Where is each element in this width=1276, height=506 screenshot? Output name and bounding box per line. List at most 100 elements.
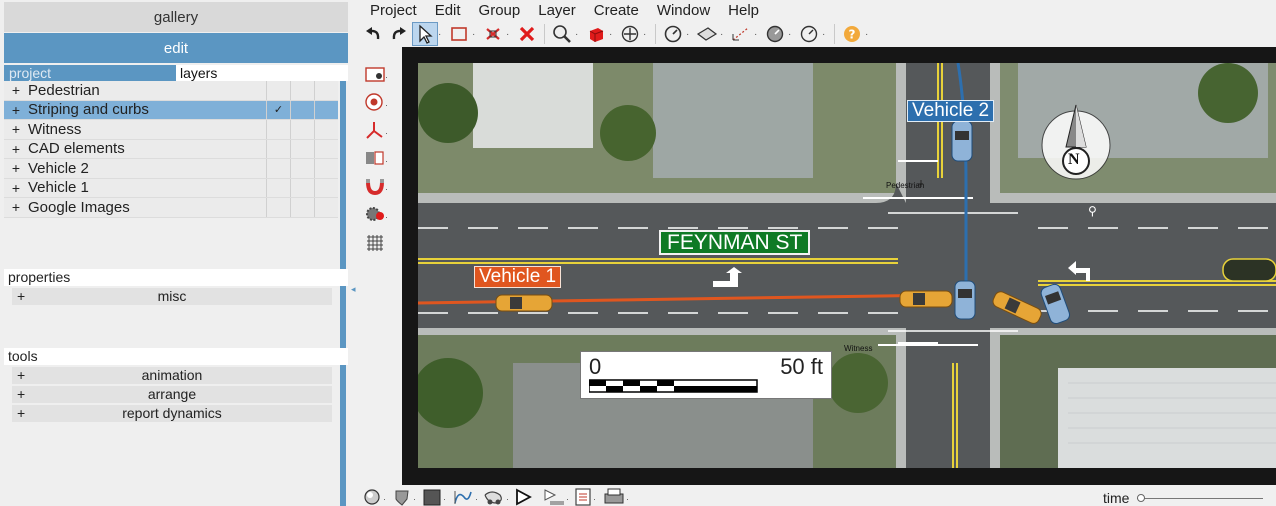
- shield-icon[interactable]: ·: [392, 487, 422, 506]
- layer-lock-cell[interactable]: [290, 120, 314, 139]
- vehicle-path-icon[interactable]: ·: [482, 487, 512, 506]
- flip-icon[interactable]: ·: [364, 144, 400, 172]
- compass-north-label: N: [1068, 151, 1080, 168]
- menu-create[interactable]: Create: [584, 0, 647, 20]
- layer-visibility-cell[interactable]: [266, 178, 290, 197]
- layer-row-witness[interactable]: + Witness: [4, 120, 338, 140]
- report-icon[interactable]: ·: [572, 487, 602, 506]
- solid-object-icon[interactable]: [583, 22, 609, 46]
- expand-icon[interactable]: +: [4, 141, 28, 157]
- scale-bar[interactable]: 0 50 ft: [580, 351, 832, 399]
- layer-extra-cell[interactable]: [314, 139, 338, 158]
- color-swatch-icon[interactable]: ·: [422, 487, 452, 506]
- layer-extra-cell[interactable]: [314, 178, 338, 197]
- zoom-icon[interactable]: [549, 22, 575, 46]
- layer-visibility-cell[interactable]: [266, 120, 290, 139]
- menu-group[interactable]: Group: [469, 0, 529, 20]
- layer-row-vehicle-1[interactable]: + Vehicle 1: [4, 178, 338, 198]
- expand-icon[interactable]: +: [4, 180, 28, 196]
- menu-project[interactable]: Project: [360, 0, 425, 20]
- menu-help[interactable]: Help: [718, 0, 767, 20]
- tools-arrange-row[interactable]: + arrange: [12, 386, 332, 403]
- gallery-button[interactable]: gallery: [4, 2, 348, 32]
- layer-visibility-cell[interactable]: ✓: [266, 100, 290, 119]
- redo-icon[interactable]: [386, 22, 412, 46]
- layer-lock-cell[interactable]: [290, 100, 314, 119]
- dial-icon[interactable]: [796, 22, 822, 46]
- layer-extra-cell[interactable]: [314, 159, 338, 178]
- path-icon[interactable]: ·: [452, 487, 482, 506]
- layer-lock-cell[interactable]: [290, 198, 314, 217]
- menu-layer[interactable]: Layer: [528, 0, 584, 20]
- properties-misc-row[interactable]: + misc: [12, 288, 332, 305]
- rect-select-icon[interactable]: [446, 22, 472, 46]
- expand-icon[interactable]: +: [17, 386, 25, 403]
- delete-node-icon[interactable]: [480, 22, 506, 46]
- time-slider-handle[interactable]: [1137, 493, 1146, 502]
- target-icon[interactable]: ·: [364, 88, 400, 116]
- menu-window[interactable]: Window: [647, 0, 718, 20]
- panel-scrollbar[interactable]: [340, 81, 346, 506]
- expand-icon[interactable]: +: [4, 82, 28, 98]
- layer-row-striping[interactable]: + Striping and curbs ✓: [4, 100, 338, 120]
- undo-icon[interactable]: [360, 22, 386, 46]
- layer-row-google-images[interactable]: + Google Images: [4, 198, 338, 218]
- layer-lock-cell[interactable]: [290, 159, 314, 178]
- layer-lock-cell[interactable]: [290, 178, 314, 197]
- settings-icon[interactable]: ·: [364, 200, 400, 228]
- dimension-icon[interactable]: [728, 22, 754, 46]
- axis-icon[interactable]: ·: [364, 116, 400, 144]
- expand-icon[interactable]: +: [4, 199, 28, 215]
- vehicle-2-car[interactable]: [951, 120, 973, 162]
- camera-icon[interactable]: ·: [364, 60, 400, 88]
- select-arrow-icon[interactable]: [412, 22, 438, 46]
- layer-extra-cell[interactable]: [314, 100, 338, 119]
- expand-icon[interactable]: +: [17, 288, 25, 305]
- vehicle-1-car-impact[interactable]: [899, 290, 953, 308]
- vehicle-2-car-impact[interactable]: [954, 280, 976, 320]
- tab-project[interactable]: project: [4, 65, 176, 81]
- expand-icon[interactable]: +: [17, 405, 25, 422]
- layer-row-cad-elements[interactable]: + CAD elements: [4, 139, 338, 159]
- gauge-icon[interactable]: [762, 22, 788, 46]
- play-icon[interactable]: [512, 487, 542, 506]
- layer-lock-cell[interactable]: [290, 81, 314, 100]
- vehicle-2-label[interactable]: Vehicle 2: [907, 100, 995, 122]
- step-icon[interactable]: ·: [542, 487, 572, 506]
- tools-report-dynamics-row[interactable]: + report dynamics: [12, 405, 332, 422]
- layer-extra-cell[interactable]: [314, 120, 338, 139]
- layer-row-vehicle-2[interactable]: + Vehicle 2: [4, 159, 338, 179]
- menu-edit[interactable]: Edit: [425, 0, 469, 20]
- tab-layers[interactable]: layers: [176, 65, 348, 81]
- layer-lock-cell[interactable]: [290, 139, 314, 158]
- delete-icon[interactable]: [514, 22, 540, 46]
- print-icon[interactable]: ·: [602, 487, 632, 506]
- layer-visibility-cell[interactable]: [266, 198, 290, 217]
- intersection-diagram[interactable]: ⚲ FEYNMAN ST Vehicle 1 Vehicle 2 Pedestr…: [418, 63, 1276, 468]
- vehicle-1-car[interactable]: [495, 294, 553, 312]
- magnet-icon[interactable]: ·: [364, 172, 400, 200]
- surface-icon[interactable]: [694, 22, 720, 46]
- measure-icon[interactable]: [660, 22, 686, 46]
- layer-row-pedestrian[interactable]: + Pedestrian: [4, 81, 338, 101]
- layer-visibility-cell[interactable]: [266, 81, 290, 100]
- expand-icon[interactable]: +: [4, 121, 28, 137]
- layer-visibility-cell[interactable]: [266, 139, 290, 158]
- pan-icon[interactable]: [617, 22, 643, 46]
- layer-extra-cell[interactable]: [314, 198, 338, 217]
- layer-visibility-cell[interactable]: [266, 159, 290, 178]
- street-name-sign[interactable]: FEYNMAN ST: [659, 230, 811, 255]
- expand-icon[interactable]: +: [4, 160, 28, 176]
- grid-icon[interactable]: [364, 228, 400, 256]
- collapse-arrow-icon[interactable]: ◂: [351, 284, 356, 295]
- layer-extra-cell[interactable]: [314, 81, 338, 100]
- expand-icon[interactable]: +: [17, 367, 25, 384]
- vehicle-1-label[interactable]: Vehicle 1: [474, 266, 562, 288]
- edit-button[interactable]: edit: [4, 33, 348, 63]
- tools-animation-row[interactable]: + animation: [12, 367, 332, 384]
- drawing-canvas[interactable]: ⚲ FEYNMAN ST Vehicle 1 Vehicle 2 Pedestr…: [402, 47, 1276, 485]
- sphere-icon[interactable]: ·: [362, 487, 392, 506]
- expand-icon[interactable]: +: [4, 102, 28, 118]
- help-icon[interactable]: ?: [839, 22, 865, 46]
- time-slider[interactable]: [1137, 493, 1264, 502]
